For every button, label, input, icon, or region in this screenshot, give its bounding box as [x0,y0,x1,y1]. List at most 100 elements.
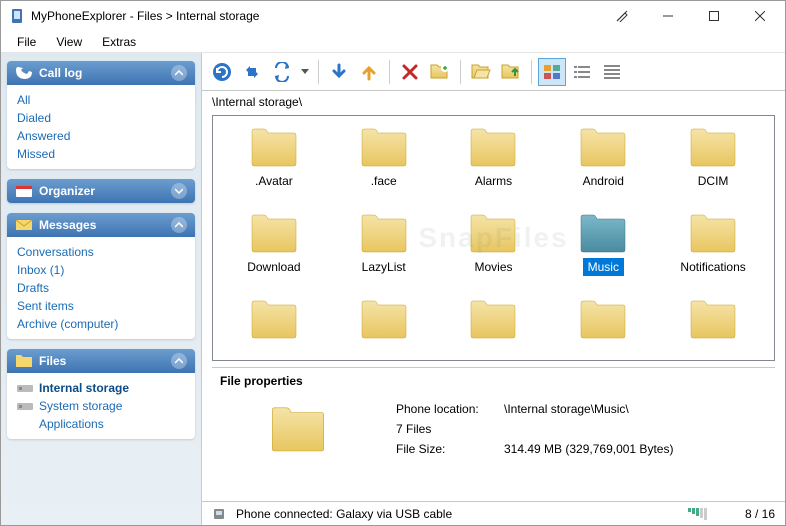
folder-label: LazyList [357,258,411,276]
folder-item[interactable]: DCIM [662,126,764,192]
folder-label [708,344,718,348]
folder-item[interactable]: Movies [443,212,545,278]
menu-file[interactable]: File [7,33,46,51]
view-icons-button[interactable] [538,58,566,86]
messages-drafts[interactable]: Drafts [17,279,185,297]
file-list[interactable]: SnapFiles .Avatar.faceAlarmsAndroidDCIMD… [212,115,775,361]
folder-icon [579,128,627,168]
messages-sent[interactable]: Sent items [17,297,185,315]
sync-settings-button[interactable] [268,58,296,86]
folder-icon [250,214,298,254]
panel-head-messages[interactable]: Messages [7,213,195,237]
folder-icon [360,214,408,254]
panel-body-calllog: All Dialed Answered Missed [7,85,195,169]
properties-title: File properties [220,374,767,388]
messages-conversations[interactable]: Conversations [17,243,185,261]
chevron-up-icon[interactable] [171,353,187,369]
close-button[interactable] [737,2,783,30]
panel-head-calllog[interactable]: Call log [7,61,195,85]
panel-messages: Messages Conversations Inbox (1) Drafts … [7,213,195,339]
view-details-button[interactable] [598,58,626,86]
calllog-dialed[interactable]: Dialed [17,109,185,127]
envelope-icon [15,218,33,232]
edit-window-icon[interactable] [599,2,645,30]
panel-head-files[interactable]: Files [7,349,195,373]
folder-item[interactable] [552,298,654,350]
folder-item[interactable] [443,298,545,350]
drive-icon [17,382,33,394]
folder-icon [250,128,298,168]
folder-item[interactable] [662,298,764,350]
chevron-up-icon[interactable] [171,217,187,233]
prop-files-count: 7 Files [396,422,431,436]
folder-icon [469,214,517,254]
app-icon [9,8,25,24]
separator [318,60,319,84]
menu-extras[interactable]: Extras [92,33,146,51]
folder-icon [469,128,517,168]
panel-files: Files Internal storage System storage Ap… [7,349,195,439]
status-position: 8 / 16 [745,507,775,521]
folder-item[interactable]: Alarms [443,126,545,192]
folder-item[interactable]: Music [552,212,654,278]
messages-inbox[interactable]: Inbox (1) [17,261,185,279]
panel-title: Organizer [39,184,95,198]
menu-view[interactable]: View [46,33,92,51]
sidebar: Call log All Dialed Answered Missed Orga… [1,53,201,525]
view-list-button[interactable] [568,58,596,86]
status-text: Phone connected: Galaxy via USB cable [236,507,452,521]
folder-item[interactable]: Android [552,126,654,192]
folder-label [488,344,498,348]
maximize-button[interactable] [691,2,737,30]
delete-button[interactable] [396,58,424,86]
toolbar [202,53,785,91]
messages-archive[interactable]: Archive (computer) [17,315,185,333]
folder-icon [360,128,408,168]
file-properties-panel: File properties Phone location:\Internal… [212,367,775,497]
download-button[interactable] [325,58,353,86]
chevron-up-icon[interactable] [171,65,187,81]
sync-dropdown[interactable] [298,58,312,86]
folder-icon [579,214,627,254]
panel-title: Messages [39,218,96,232]
folder-label: Notifications [675,258,750,276]
phone-icon [15,66,33,80]
files-system[interactable]: System storage [39,397,122,415]
window-title: MyPhoneExplorer - Files > Internal stora… [31,9,599,23]
prop-location-value: \Internal storage\Music\ [504,402,629,416]
calllog-all[interactable]: All [17,91,185,109]
folder-icon [360,300,408,340]
folder-up-button[interactable] [497,58,525,86]
refresh-button[interactable] [208,58,236,86]
upload-button[interactable] [355,58,383,86]
folder-item[interactable]: .Avatar [223,126,325,192]
folder-item[interactable]: LazyList [333,212,435,278]
calllog-missed[interactable]: Missed [17,145,185,163]
new-folder-button[interactable] [426,58,454,86]
folder-label: Music [583,258,624,276]
folder-icon [689,128,737,168]
folder-item[interactable] [223,298,325,350]
prop-size-label: File Size: [396,442,496,456]
chevron-down-icon[interactable] [171,183,187,199]
folder-item[interactable]: .face [333,126,435,192]
folder-item[interactable]: Download [223,212,325,278]
signal-icon [688,508,707,520]
folder-item[interactable] [333,298,435,350]
path-bar: \Internal storage\ [202,91,785,113]
folder-label [598,344,608,348]
folder-label: Alarms [470,172,517,190]
calllog-answered[interactable]: Answered [17,127,185,145]
open-folder-button[interactable] [467,58,495,86]
panel-title: Call log [39,66,82,80]
separator [460,60,461,84]
minimize-button[interactable] [645,2,691,30]
files-applications[interactable]: Applications [39,415,104,433]
folder-item[interactable]: Notifications [662,212,764,278]
folder-icon [469,300,517,340]
panel-head-organizer[interactable]: Organizer [7,179,195,203]
files-internal[interactable]: Internal storage [39,379,129,397]
panel-calllog: Call log All Dialed Answered Missed [7,61,195,169]
folder-label: .Avatar [250,172,298,190]
sync-button[interactable] [238,58,266,86]
